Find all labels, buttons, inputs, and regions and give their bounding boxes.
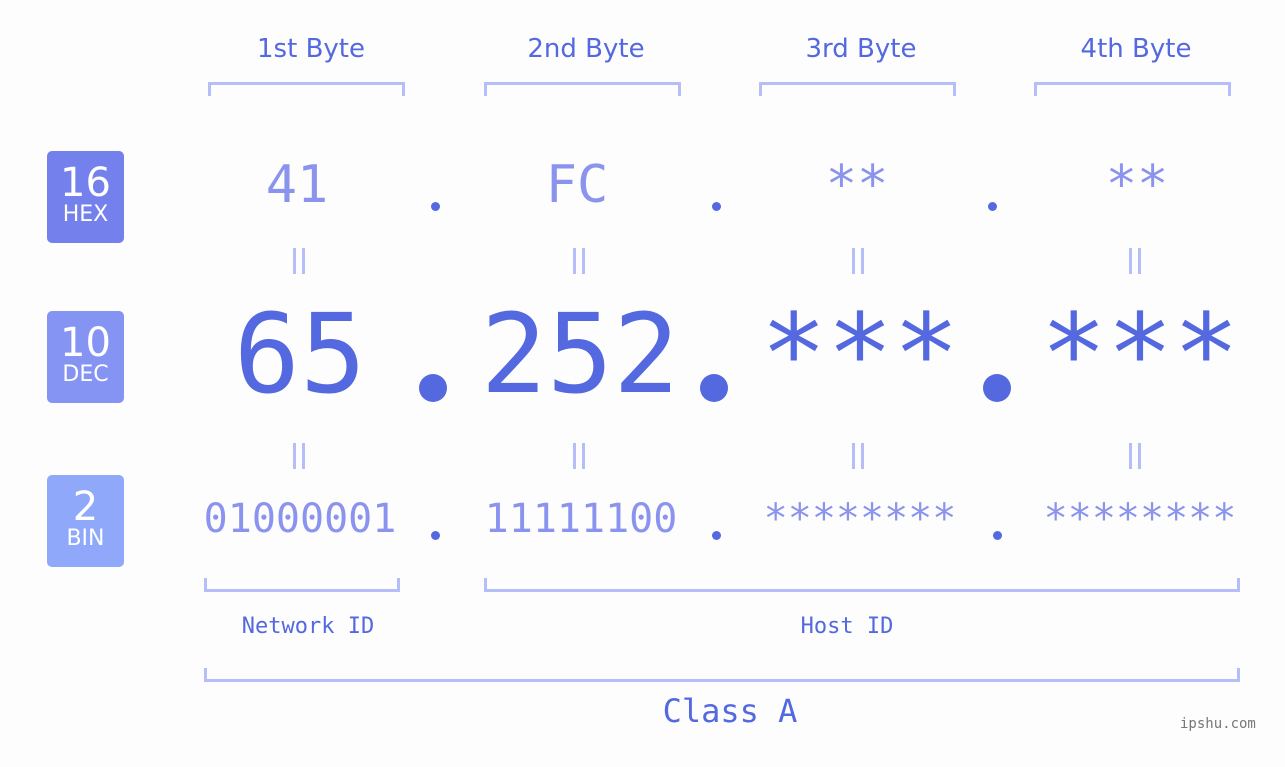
byte-bracket-4 (1034, 82, 1231, 96)
dec-byte-1: 65 (233, 290, 367, 418)
equals-icon (293, 248, 305, 274)
equals-icon (573, 248, 585, 274)
dec-base-label: DEC (62, 362, 109, 387)
hex-byte-4: ** (1105, 155, 1169, 215)
bin-base-label: BIN (66, 526, 105, 551)
hex-base-label: HEX (62, 202, 109, 227)
network-id-label: Network ID (241, 614, 375, 639)
bin-byte-2: 11111100 (484, 496, 678, 542)
hex-badge: 16 HEX (47, 151, 124, 243)
bin-badge: 2 BIN (47, 475, 124, 567)
bin-byte-1: 01000001 (203, 496, 397, 542)
hex-base-number: 16 (60, 160, 111, 206)
dec-dot-3 (983, 374, 1011, 402)
dec-byte-3: *** (760, 290, 960, 418)
bin-dot-1 (431, 531, 440, 540)
byte-bracket-3 (759, 82, 956, 96)
network-id-bracket (204, 578, 400, 592)
dec-dot-2 (700, 374, 728, 402)
equals-icon (293, 443, 305, 469)
equals-icon (1129, 248, 1141, 274)
watermark: ipshu.com (1180, 716, 1256, 732)
byte-header-2: 2nd Byte (527, 34, 645, 64)
byte-header-4: 4th Byte (1080, 34, 1192, 64)
equals-icon (573, 443, 585, 469)
hex-dot-2 (712, 202, 721, 211)
hex-byte-3: ** (825, 155, 889, 215)
host-id-label: Host ID (800, 614, 894, 639)
class-label: Class A (662, 692, 798, 730)
host-id-bracket (484, 578, 1240, 592)
byte-header-1: 1st Byte (257, 34, 365, 64)
bin-byte-4: ******** (1043, 496, 1237, 542)
bin-dot-3 (993, 531, 1002, 540)
hex-byte-2: FC (545, 155, 609, 215)
byte-bracket-2 (484, 82, 681, 96)
dec-base-number: 10 (60, 320, 111, 366)
dec-badge: 10 DEC (47, 311, 124, 403)
dec-byte-4: *** (1040, 290, 1240, 418)
equals-icon (852, 443, 864, 469)
equals-icon (852, 248, 864, 274)
bin-base-number: 2 (72, 484, 99, 530)
hex-dot-3 (988, 202, 997, 211)
hex-dot-1 (431, 202, 440, 211)
class-bracket (204, 668, 1240, 682)
bin-dot-2 (712, 531, 721, 540)
bin-byte-3: ******** (763, 496, 957, 542)
hex-byte-1: 41 (265, 155, 329, 215)
byte-header-3: 3rd Byte (805, 34, 917, 64)
dec-dot-1 (419, 374, 447, 402)
dec-byte-2: 252 (480, 290, 680, 418)
byte-bracket-1 (208, 82, 405, 96)
equals-icon (1129, 443, 1141, 469)
